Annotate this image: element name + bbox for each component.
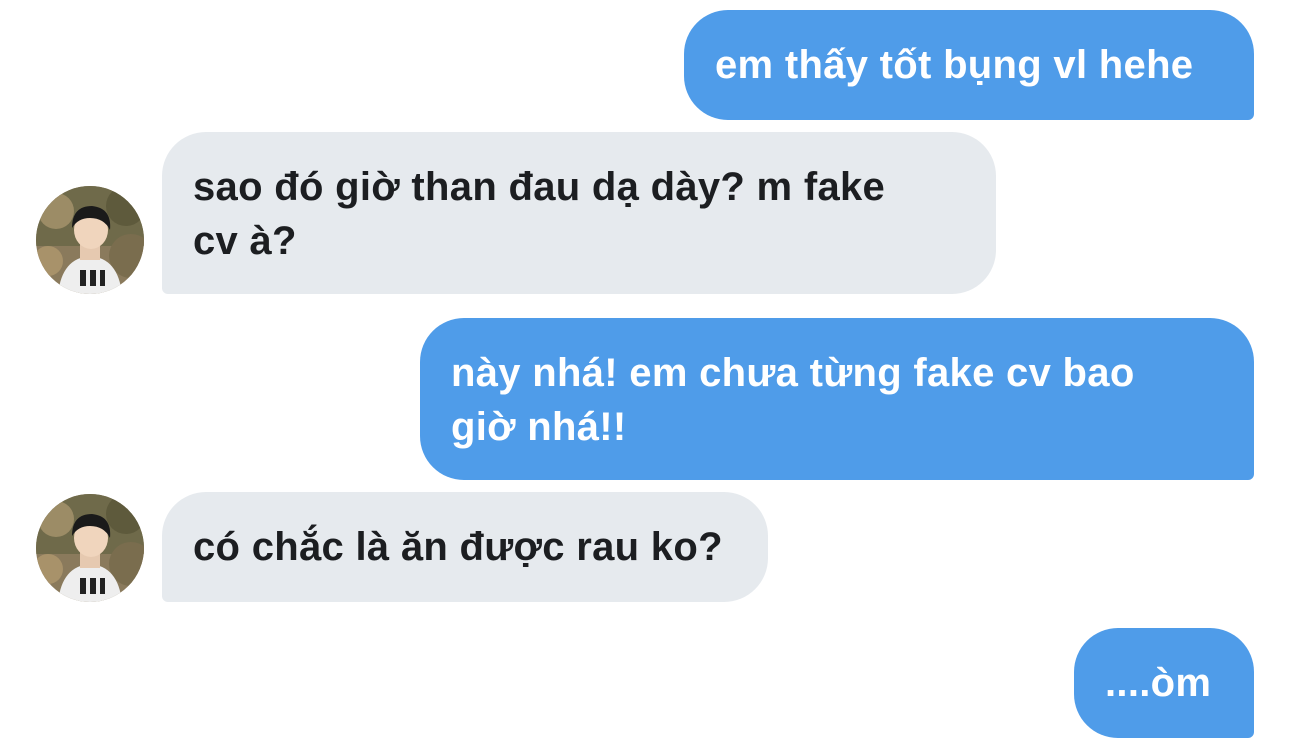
avatar-photo-icon — [36, 186, 144, 294]
contact-avatar[interactable] — [36, 494, 144, 602]
message-received[interactable]: có chắc là ăn được rau ko? — [162, 492, 768, 602]
message-sent[interactable]: em thấy tốt bụng vl hehe — [684, 10, 1254, 120]
message-sent[interactable]: ....òm — [1074, 628, 1254, 738]
message-text: ....òm — [1105, 661, 1212, 705]
message-text: có chắc là ăn được rau ko? — [193, 525, 723, 569]
message-text: này nhá! em chưa từng fake cv bao giờ nh… — [451, 351, 1135, 449]
message-text: em thấy tốt bụng vl hehe — [715, 43, 1194, 87]
avatar-photo-icon — [36, 494, 144, 602]
message-text: sao đó giờ than đau dạ dày? m fake cv à? — [193, 165, 886, 263]
message-sent[interactable]: này nhá! em chưa từng fake cv bao giờ nh… — [420, 318, 1254, 480]
contact-avatar[interactable] — [36, 186, 144, 294]
message-received[interactable]: sao đó giờ than đau dạ dày? m fake cv à? — [162, 132, 996, 294]
